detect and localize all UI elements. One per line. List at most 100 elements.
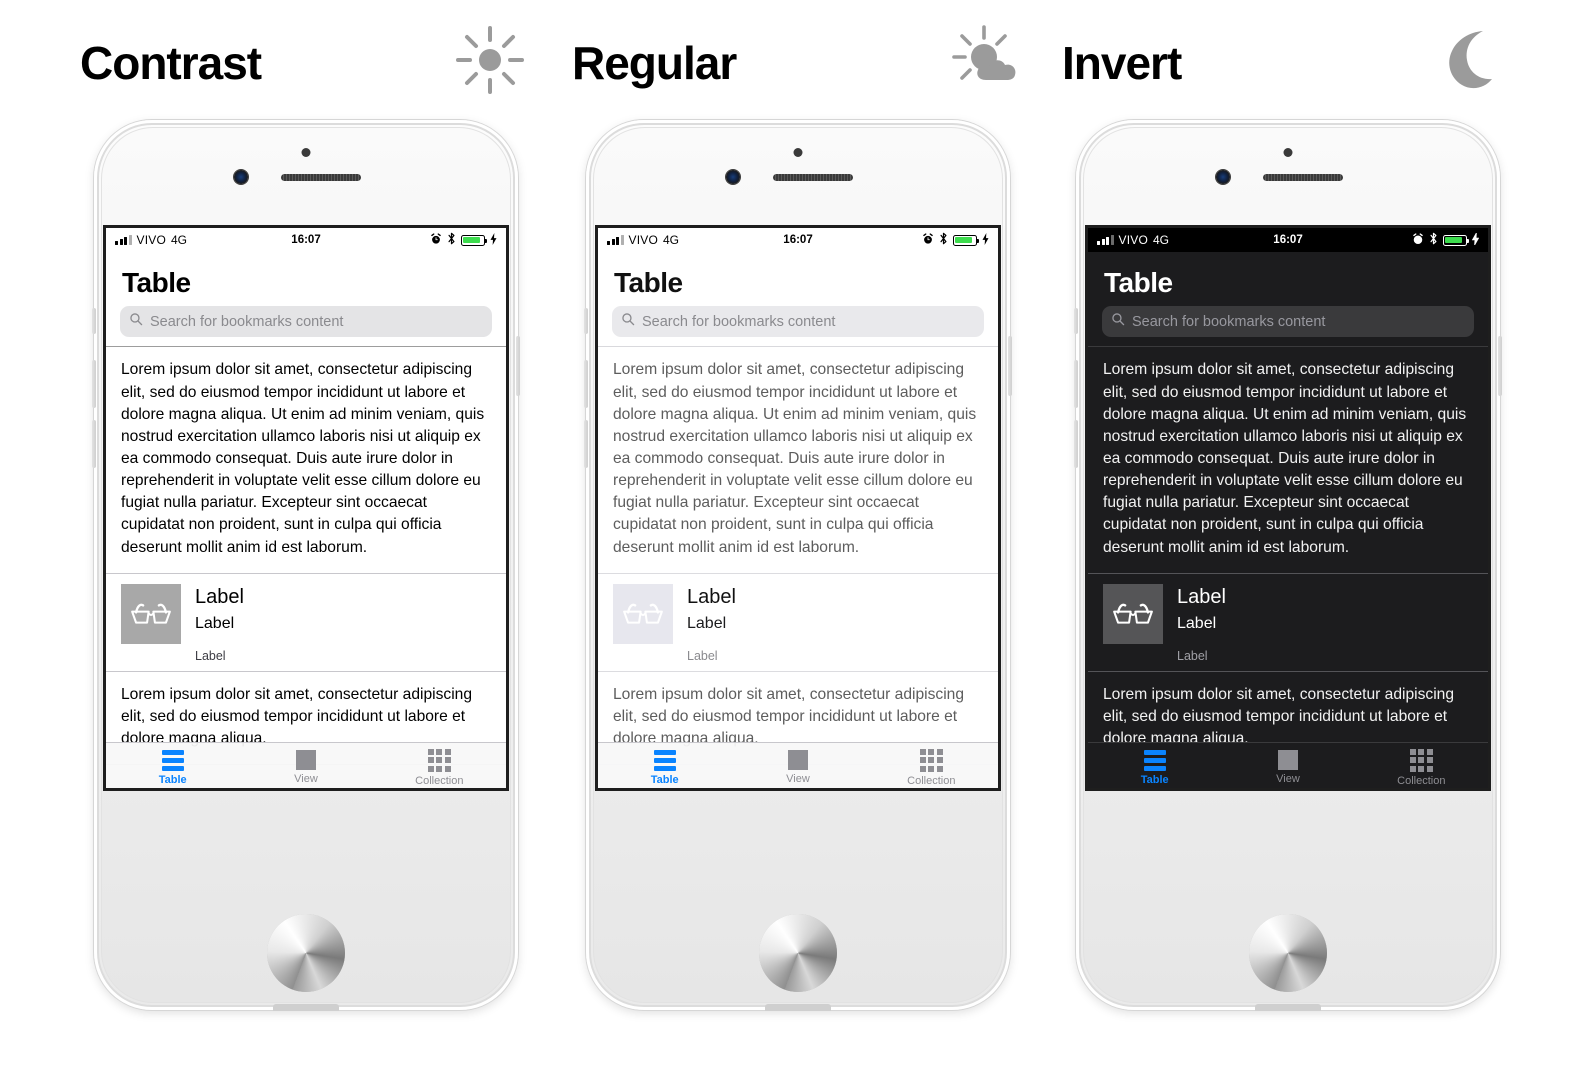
alarm-icon bbox=[1412, 232, 1424, 248]
status-bar: VIVO 4G 16:07 bbox=[1088, 228, 1488, 252]
proximity-sensor-icon bbox=[793, 148, 803, 157]
sun-icon bbox=[444, 14, 536, 106]
search-placeholder: Search for bookmarks content bbox=[642, 313, 836, 330]
mute-switch[interactable] bbox=[92, 308, 96, 334]
alarm-icon bbox=[922, 232, 934, 248]
tab-view[interactable]: View bbox=[1221, 746, 1354, 785]
phone-screen: VIVO 4G 16:07 Table Search for bookmarks… bbox=[1088, 228, 1488, 788]
volume-down-button[interactable] bbox=[92, 420, 96, 468]
volume-down-button[interactable] bbox=[1074, 420, 1078, 468]
tab-collection-label: Collection bbox=[415, 774, 464, 787]
paragraph-cell: Lorem ipsum dolor sit amet, consectetur … bbox=[106, 347, 506, 574]
power-button[interactable] bbox=[516, 336, 520, 396]
network-type-label: 4G bbox=[170, 233, 187, 247]
bottom-antenna-line bbox=[1255, 1004, 1321, 1011]
front-camera-icon bbox=[726, 170, 740, 184]
column-title: Regular bbox=[572, 37, 737, 89]
tab-collection[interactable]: Collection bbox=[865, 745, 998, 787]
carrier-label: VIVO bbox=[136, 233, 166, 247]
mockup-column-regular: Regular VIVO 4G 16:07 Table Search for b… bbox=[552, 0, 1044, 1071]
search-input[interactable]: Search for bookmarks content bbox=[612, 306, 984, 338]
tab-collection[interactable]: Collection bbox=[373, 745, 506, 787]
power-button[interactable] bbox=[1008, 336, 1012, 396]
phone-mockup-board: Contrast VIVO 4G 16:07 Table Search for … bbox=[0, 0, 1576, 1071]
square-view-icon bbox=[295, 750, 316, 770]
moon-icon bbox=[1426, 14, 1518, 106]
table-list[interactable]: Lorem ipsum dolor sit amet, consectetur … bbox=[598, 347, 998, 788]
iphone-frame: VIVO 4G 16:07 Table Search for bookmarks… bbox=[584, 120, 1012, 1011]
signal-icon bbox=[115, 235, 132, 245]
home-button[interactable] bbox=[267, 914, 345, 992]
volume-down-button[interactable] bbox=[584, 420, 588, 468]
list-item[interactable]: Label Label Label bbox=[1088, 574, 1488, 672]
mockup-column-contrast: Contrast VIVO 4G 16:07 Table Search for … bbox=[60, 0, 552, 1071]
bottom-antenna-line bbox=[765, 1004, 831, 1011]
tab-bar[interactable]: Table View Collection bbox=[106, 742, 506, 788]
list-item-texts: Label Label Label bbox=[1177, 584, 1226, 663]
battery-icon bbox=[953, 234, 980, 246]
signal-icon bbox=[1097, 235, 1114, 245]
carrier-label: VIVO bbox=[1118, 233, 1148, 247]
tab-view-label: View bbox=[294, 773, 318, 785]
clock-label: 16:07 bbox=[291, 234, 321, 246]
home-button[interactable] bbox=[1249, 914, 1327, 992]
list-item[interactable]: Label Label Label bbox=[106, 574, 506, 672]
list-item-subtitle: Label bbox=[195, 614, 235, 632]
bluetooth-icon bbox=[939, 232, 948, 248]
tab-table-label: Table bbox=[650, 773, 679, 786]
search-input[interactable]: Search for bookmarks content bbox=[1102, 306, 1474, 338]
mute-switch[interactable] bbox=[584, 308, 588, 334]
tab-table-label: Table bbox=[1140, 773, 1169, 786]
carrier-label: VIVO bbox=[628, 233, 658, 247]
tab-view[interactable]: View bbox=[731, 746, 864, 785]
search-input[interactable]: Search for bookmarks content bbox=[120, 306, 492, 338]
tab-bar[interactable]: Table View Collection bbox=[598, 742, 998, 788]
iphone-frame: VIVO 4G 16:07 Table Search for bookmarks… bbox=[92, 120, 520, 1011]
network-type-label: 4G bbox=[662, 233, 679, 247]
tab-view-label: View bbox=[786, 773, 810, 785]
list-item-texts: Label Label Label bbox=[687, 584, 736, 663]
navigation-bar: Table Search for bookmarks content bbox=[1088, 252, 1488, 347]
table-list[interactable]: Lorem ipsum dolor sit amet, consectetur … bbox=[106, 347, 506, 788]
list-item-caption: Label bbox=[687, 648, 718, 663]
tab-collection-label: Collection bbox=[907, 774, 956, 787]
charging-bolt-icon bbox=[1471, 232, 1480, 248]
table-rows-icon bbox=[653, 749, 676, 771]
earpiece-speaker-icon bbox=[1263, 174, 1343, 181]
network-type-label: 4G bbox=[1152, 233, 1169, 247]
tab-collection[interactable]: Collection bbox=[1355, 745, 1488, 787]
front-camera-icon bbox=[234, 170, 248, 184]
list-item-texts: Label Label Label bbox=[195, 584, 244, 663]
paragraph-cell: Lorem ipsum dolor sit amet, consectetur … bbox=[1088, 347, 1488, 574]
home-button[interactable] bbox=[759, 914, 837, 992]
tab-bar[interactable]: Table View Collection bbox=[1088, 742, 1488, 788]
square-view-icon bbox=[1277, 750, 1298, 770]
volume-up-button[interactable] bbox=[1074, 360, 1078, 408]
search-placeholder: Search for bookmarks content bbox=[1132, 313, 1326, 330]
search-icon bbox=[129, 312, 143, 331]
power-button[interactable] bbox=[1498, 336, 1502, 396]
list-item[interactable]: Label Label Label bbox=[598, 574, 998, 672]
square-view-icon bbox=[787, 750, 808, 770]
tab-table[interactable]: Table bbox=[106, 746, 239, 786]
volume-up-button[interactable] bbox=[92, 360, 96, 408]
mute-switch[interactable] bbox=[1074, 308, 1078, 334]
grid-collection-icon bbox=[919, 748, 943, 772]
mockup-column-invert: Invert VIVO 4G 16:07 Table Search for bo… bbox=[1042, 0, 1534, 1071]
tab-table-label: Table bbox=[158, 773, 187, 786]
column-header-regular: Regular bbox=[552, 0, 1044, 120]
column-header-invert: Invert bbox=[1042, 0, 1534, 120]
search-placeholder: Search for bookmarks content bbox=[150, 313, 344, 330]
tab-view[interactable]: View bbox=[239, 746, 372, 785]
table-list[interactable]: Lorem ipsum dolor sit amet, consectetur … bbox=[1088, 347, 1488, 788]
list-item-caption: Label bbox=[1177, 648, 1208, 663]
bluetooth-icon bbox=[447, 232, 456, 248]
tab-table[interactable]: Table bbox=[1088, 746, 1221, 786]
alarm-icon bbox=[430, 232, 442, 248]
page-title: Table bbox=[122, 267, 191, 298]
tab-table[interactable]: Table bbox=[598, 746, 731, 786]
column-title: Contrast bbox=[80, 37, 262, 89]
grid-collection-icon bbox=[1409, 748, 1433, 772]
battery-icon bbox=[461, 234, 488, 246]
volume-up-button[interactable] bbox=[584, 360, 588, 408]
